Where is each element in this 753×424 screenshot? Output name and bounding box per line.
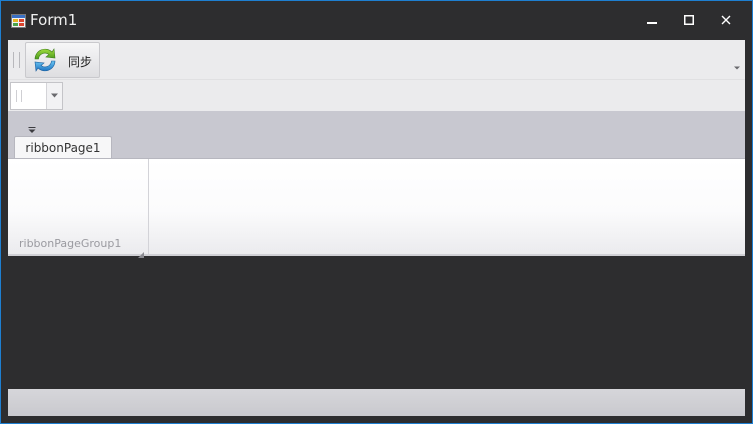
toolbar-overflow-chevron-icon[interactable] [733, 56, 741, 70]
tab-ribbon-page1[interactable]: ribbonPage1 [14, 136, 112, 159]
window-title: Form1 [30, 11, 78, 29]
sync-icon [31, 46, 59, 74]
quick-access-customize-icon[interactable] [28, 119, 36, 133]
ribbon-header: ribbonPage1 [8, 111, 745, 159]
close-button[interactable] [711, 7, 741, 33]
chevron-down-icon [51, 93, 58, 98]
toolbar-grip-icon[interactable] [13, 52, 20, 68]
title-bar[interactable]: Form1 [1, 1, 752, 39]
app-form-icon [11, 13, 26, 28]
group-dialog-launcher-icon[interactable] [138, 243, 144, 258]
status-bar [8, 389, 745, 416]
ribbon-page-group-caption: ribbonPageGroup1 [19, 237, 122, 250]
toolbar-combo-box[interactable] [10, 82, 63, 110]
combo-grip-icon [16, 90, 22, 102]
maximize-icon [684, 15, 694, 25]
close-icon [721, 15, 731, 25]
sync-button[interactable]: 同步 [25, 42, 100, 78]
ribbon-content: ribbonPageGroup1 [8, 158, 745, 258]
minimize-button[interactable] [637, 7, 667, 33]
main-toolbar: 同步 [8, 40, 745, 80]
combo-dropdown-button[interactable] [46, 83, 62, 109]
minimize-icon [647, 15, 657, 25]
ribbon-page-group: ribbonPageGroup1 [8, 159, 149, 258]
sync-button-label: 同步 [68, 55, 93, 69]
maximize-button[interactable] [674, 7, 704, 33]
secondary-toolbar [8, 80, 745, 111]
